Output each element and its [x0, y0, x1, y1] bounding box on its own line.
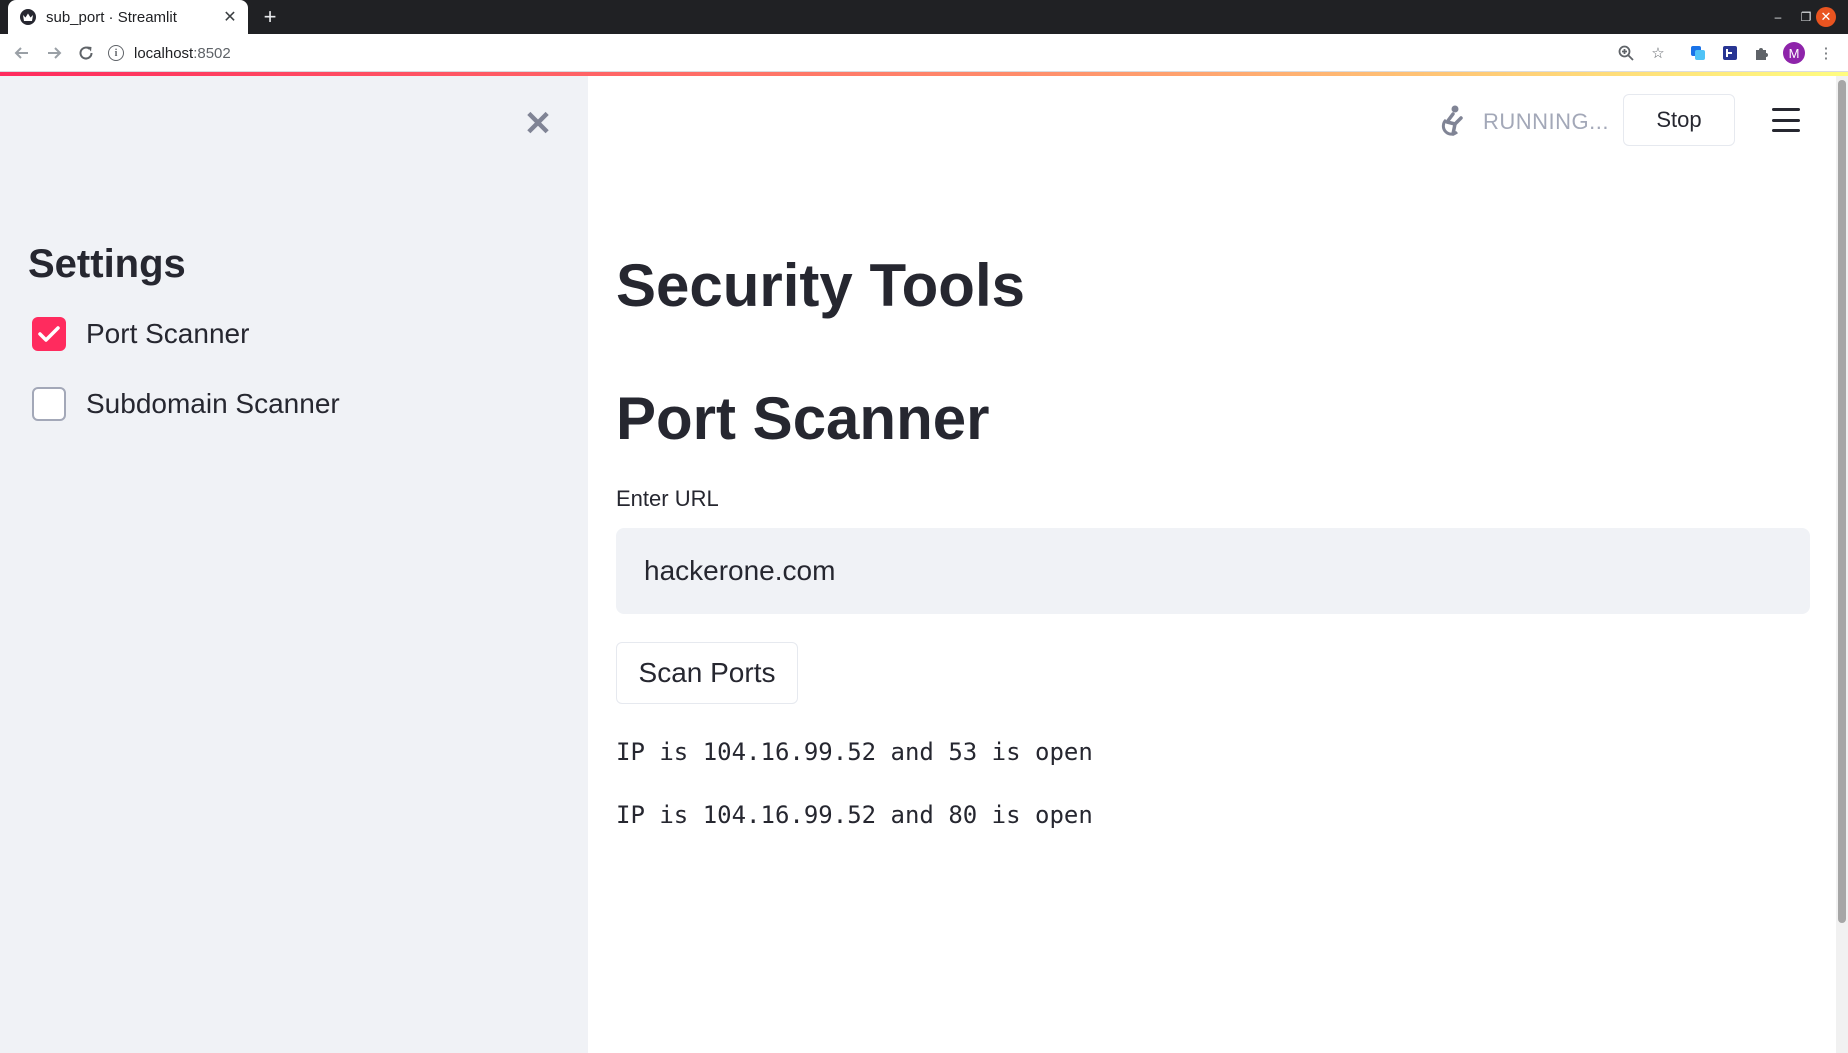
- checkbox-unchecked[interactable]: [32, 387, 66, 421]
- running-status: RUNNING...: [1433, 104, 1609, 140]
- checkbox-label: Port Scanner: [86, 318, 250, 349]
- new-tab-button[interactable]: +: [258, 5, 282, 29]
- tab-title: sub_port · Streamlit: [46, 8, 177, 26]
- minimize-window-button[interactable]: –: [1768, 7, 1788, 27]
- forward-button[interactable]: [42, 41, 66, 65]
- main-content: RUNNING... Stop Security Tools Port Scan…: [588, 76, 1836, 1053]
- reload-icon: [79, 46, 93, 60]
- extensions-puzzle-icon[interactable]: [1752, 43, 1772, 63]
- reload-button[interactable]: [74, 41, 98, 65]
- kebab-menu-icon[interactable]: ⋮: [1816, 43, 1836, 63]
- checkmark-icon: [38, 326, 60, 342]
- tab-close-icon[interactable]: ✕: [220, 7, 240, 27]
- browser-tab-strip: sub_port · Streamlit ✕ + – ❐ ✕: [0, 0, 1848, 34]
- browser-tab[interactable]: sub_port · Streamlit ✕: [8, 0, 248, 34]
- url-host: localhost: [134, 44, 194, 62]
- scan-result-line: IP is 104.16.99.52 and 80 is open: [616, 801, 1093, 829]
- info-icon[interactable]: i: [108, 45, 124, 61]
- page-title: Security Tools: [616, 252, 1025, 319]
- streamlit-favicon-icon: [20, 9, 36, 25]
- restore-window-button[interactable]: ❐: [1796, 7, 1816, 27]
- running-swimmer-icon: [1441, 105, 1463, 136]
- arrow-right-icon: [48, 47, 62, 59]
- sidebar-title: Settings: [28, 242, 186, 286]
- scrollbar-thumb[interactable]: [1838, 80, 1846, 923]
- url-input[interactable]: [616, 528, 1810, 614]
- zoom-icon[interactable]: [1616, 43, 1636, 63]
- url-port: :8502: [193, 44, 231, 62]
- scan-result-line: IP is 104.16.99.52 and 53 is open: [616, 738, 1093, 766]
- profile-avatar[interactable]: M: [1783, 42, 1805, 64]
- checkbox-label: Subdomain Scanner: [86, 388, 340, 419]
- checkbox-checked[interactable]: [32, 317, 66, 351]
- hamburger-menu-icon[interactable]: [1772, 108, 1800, 132]
- arrow-left-icon: [14, 47, 28, 59]
- translate-extension-icon[interactable]: [1688, 43, 1708, 63]
- scan-ports-button[interactable]: Scan Ports: [616, 642, 798, 704]
- sidebar: ✕ Settings Port Scanner Subdomain Scanne…: [0, 76, 588, 1053]
- section-title: Port Scanner: [616, 385, 990, 452]
- sidebar-close-icon[interactable]: ✕: [520, 105, 556, 143]
- running-status-text: RUNNING...: [1483, 109, 1609, 134]
- address-bar[interactable]: i localhost:8502: [108, 38, 1628, 68]
- bookmark-star-icon[interactable]: ☆: [1648, 43, 1668, 63]
- back-button[interactable]: [10, 41, 34, 65]
- reader-extension-icon[interactable]: [1720, 43, 1740, 63]
- checkbox-subdomain-scanner[interactable]: Subdomain Scanner: [32, 387, 340, 421]
- checkbox-port-scanner[interactable]: Port Scanner: [32, 317, 249, 351]
- url-input-label: Enter URL: [616, 486, 719, 511]
- browser-toolbar: i localhost:8502 ☆ M ⋮: [0, 34, 1848, 72]
- close-window-button[interactable]: ✕: [1816, 7, 1836, 27]
- stop-button[interactable]: Stop: [1623, 94, 1735, 146]
